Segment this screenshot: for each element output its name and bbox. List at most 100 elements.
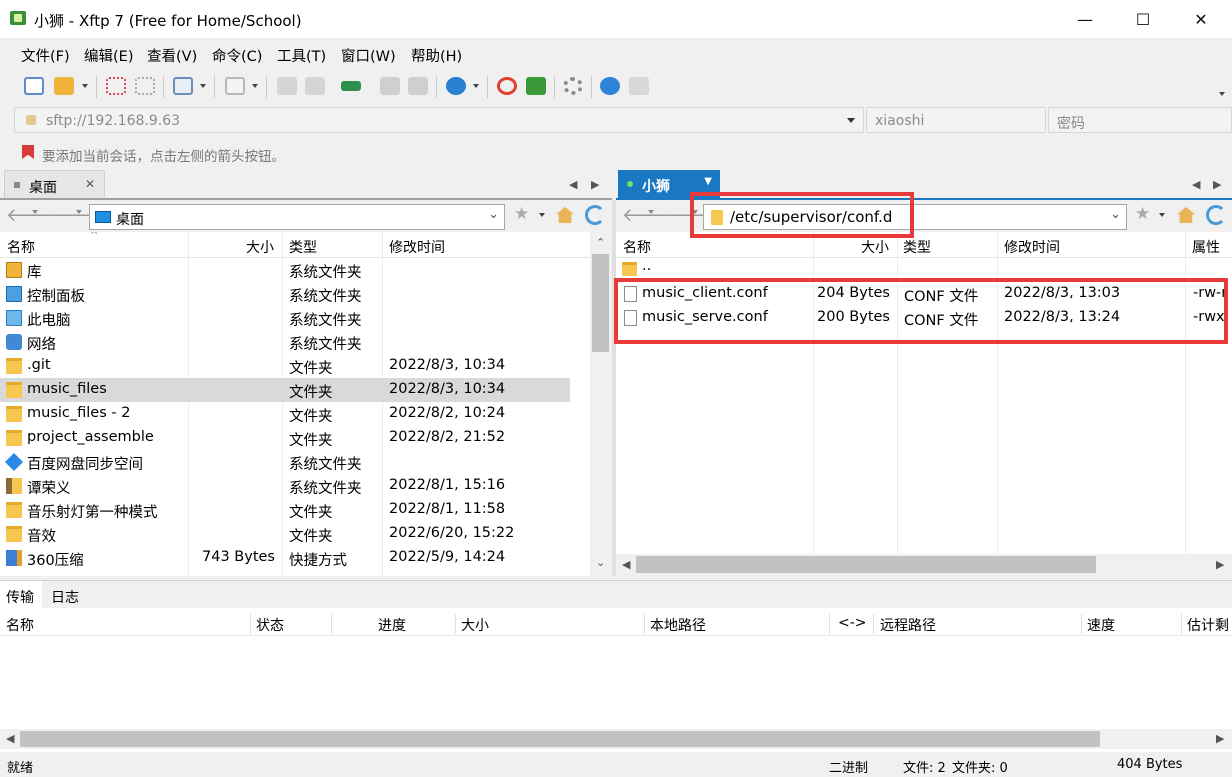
remote-file-row[interactable]: music_serve.conf 200 Bytes CONF 文件 2022/8/3… <box>616 306 1232 330</box>
forward-dropdown-icon[interactable] <box>692 210 698 214</box>
col-name[interactable]: 名称 <box>6 610 34 636</box>
column-name[interactable]: 名称 <box>7 232 35 258</box>
chat-icon[interactable] <box>629 77 649 95</box>
local-file-row[interactable]: 库 系统文件夹 <box>0 258 570 282</box>
terminal-dropdown-icon[interactable] <box>252 84 258 88</box>
username-field[interactable]: xiaoshi <box>866 107 1046 133</box>
scroll-thumb[interactable] <box>636 556 1096 573</box>
col-local-path[interactable]: 本地路径 <box>650 610 706 636</box>
paste-icon[interactable] <box>408 77 428 95</box>
scroll-up-icon[interactable]: ⌃ <box>596 236 605 249</box>
menu-file[interactable]: 文件(F) <box>21 45 70 66</box>
new-session-icon[interactable] <box>24 77 44 95</box>
minimize-button[interactable]: — <box>1056 0 1114 38</box>
toolbar-overflow-icon[interactable] <box>1219 92 1225 96</box>
tab-scroll-right-icon[interactable]: ▶ <box>1213 178 1221 191</box>
col-remote-path[interactable]: 远程路径 <box>880 610 936 636</box>
column-type[interactable]: 类型 <box>289 232 317 258</box>
parent-directory-row[interactable]: .. <box>616 258 1232 282</box>
help-icon[interactable] <box>600 77 620 95</box>
favorites-dropdown-icon[interactable] <box>539 213 545 217</box>
tab-log[interactable]: 日志 <box>51 587 79 607</box>
copy-icon[interactable] <box>380 77 400 95</box>
address-dropdown-icon[interactable] <box>847 118 855 123</box>
disconnect-icon[interactable] <box>135 77 155 95</box>
globe-dropdown-icon[interactable] <box>473 84 479 88</box>
scroll-left-icon[interactable]: ◀ <box>6 732 14 745</box>
refresh-icon[interactable] <box>585 205 605 225</box>
local-vertical-scrollbar[interactable]: ⌃ ⌄ <box>590 232 612 576</box>
menu-tools[interactable]: 工具(T) <box>277 45 326 66</box>
local-file-row[interactable]: 此电脑 系统文件夹 <box>0 306 570 330</box>
local-path-box[interactable]: 桌面 ⌄ <box>89 204 505 230</box>
remote-horizontal-scrollbar[interactable]: ◀ ▶ <box>616 554 1232 576</box>
column-attributes[interactable]: 属性 <box>1192 232 1220 258</box>
bookmark-icon[interactable] <box>22 145 34 159</box>
column-modified[interactable]: 修改时间 <box>389 232 445 258</box>
tab-close-icon[interactable]: ✕ <box>85 177 95 191</box>
connect-icon[interactable] <box>106 77 126 95</box>
scroll-left-icon[interactable]: ◀ <box>622 558 630 571</box>
favorites-star-icon[interactable]: ★ <box>514 204 529 224</box>
xftp-icon[interactable] <box>526 77 546 95</box>
open-dropdown-icon[interactable] <box>82 84 88 88</box>
menu-edit[interactable]: 编辑(E) <box>84 45 133 66</box>
local-file-row[interactable]: music_files - 2 文件夹 2022/8/2, 10:24 <box>0 402 570 426</box>
col-progress[interactable]: 进度 <box>378 610 406 636</box>
local-file-row[interactable]: 网络 系统文件夹 <box>0 330 570 354</box>
refresh-icon[interactable] <box>1206 205 1226 225</box>
tab-scroll-left-icon[interactable]: ◀ <box>1192 178 1200 191</box>
forward-dropdown-icon[interactable] <box>76 210 82 214</box>
col-direction[interactable]: <-> <box>838 610 867 636</box>
local-file-row[interactable]: 音乐射灯第一种模式 文件夹 2022/8/1, 11:58 <box>0 498 570 522</box>
favorites-dropdown-icon[interactable] <box>1159 213 1165 217</box>
local-file-row[interactable]: project_assemble 文件夹 2022/8/2, 21:52 <box>0 426 570 450</box>
properties-icon[interactable] <box>173 77 193 95</box>
globe-icon[interactable] <box>446 77 466 95</box>
tab-remote-xiaoshi[interactable]: 小狮 ▼ <box>618 170 720 198</box>
scroll-thumb[interactable] <box>592 254 609 352</box>
back-dropdown-icon[interactable] <box>648 210 654 214</box>
path-dropdown-icon[interactable]: ⌄ <box>488 207 499 222</box>
menu-window[interactable]: 窗口(W) <box>341 45 396 66</box>
home-icon[interactable] <box>556 207 574 223</box>
path-dropdown-icon[interactable]: ⌄ <box>1110 207 1121 222</box>
properties-dropdown-icon[interactable] <box>200 84 206 88</box>
host-address-field[interactable]: sftp://192.168.9.63 <box>14 107 864 133</box>
local-file-row[interactable]: music_files 文件夹 2022/8/3, 10:34 <box>0 378 570 402</box>
download-icon[interactable] <box>277 77 297 95</box>
maximize-button[interactable]: ☐ <box>1114 0 1172 38</box>
settings-gear-icon[interactable] <box>563 77 583 95</box>
back-arrow-icon[interactable]: 🡐 <box>622 205 670 226</box>
remote-file-row[interactable]: music_client.conf 204 Bytes CONF 文件 2022/8/… <box>616 282 1232 306</box>
tab-transfer[interactable]: 传输 <box>0 581 42 609</box>
scroll-right-icon[interactable]: ▶ <box>1216 732 1224 745</box>
transfer-horizontal-scrollbar[interactable]: ◀ ▶ <box>0 729 1232 749</box>
column-modified[interactable]: 修改时间 <box>1004 232 1060 258</box>
tab-local-desktop[interactable]: 桌面 ✕ <box>4 170 105 198</box>
col-size[interactable]: 大小 <box>461 610 489 636</box>
tab-scroll-right-icon[interactable]: ▶ <box>591 178 599 191</box>
local-file-row[interactable]: 360压缩 743 Bytes 快捷方式 2022/5/9, 14:24 <box>0 546 570 570</box>
menu-command[interactable]: 命令(C) <box>212 45 262 66</box>
home-icon[interactable] <box>1177 207 1195 223</box>
column-size[interactable]: 大小 <box>861 232 889 258</box>
terminal-icon[interactable] <box>225 77 245 95</box>
local-file-row[interactable]: 音效 文件夹 2022/6/20, 15:22 <box>0 522 570 546</box>
menu-view[interactable]: 查看(V) <box>147 45 197 66</box>
password-field[interactable]: 密码 <box>1048 107 1232 133</box>
scroll-thumb[interactable] <box>20 731 1100 747</box>
scroll-down-icon[interactable]: ⌄ <box>596 556 605 569</box>
tab-scroll-left-icon[interactable]: ◀ <box>569 178 577 191</box>
col-speed[interactable]: 速度 <box>1087 610 1115 636</box>
local-file-row[interactable]: 百度网盘同步空间 系统文件夹 <box>0 450 570 474</box>
favorites-star-icon[interactable]: ★ <box>1135 204 1150 224</box>
column-name[interactable]: 名称 <box>623 232 651 258</box>
local-file-row[interactable]: 控制面板 系统文件夹 <box>0 282 570 306</box>
local-file-row[interactable]: .git 文件夹 2022/8/3, 10:34 <box>0 354 570 378</box>
local-file-row[interactable]: 谭荣义 系统文件夹 2022/8/1, 15:16 <box>0 474 570 498</box>
column-type[interactable]: 类型 <box>903 232 931 258</box>
close-button[interactable]: ✕ <box>1172 0 1230 38</box>
pane-splitter[interactable] <box>612 200 616 576</box>
upload-icon[interactable] <box>305 77 325 95</box>
